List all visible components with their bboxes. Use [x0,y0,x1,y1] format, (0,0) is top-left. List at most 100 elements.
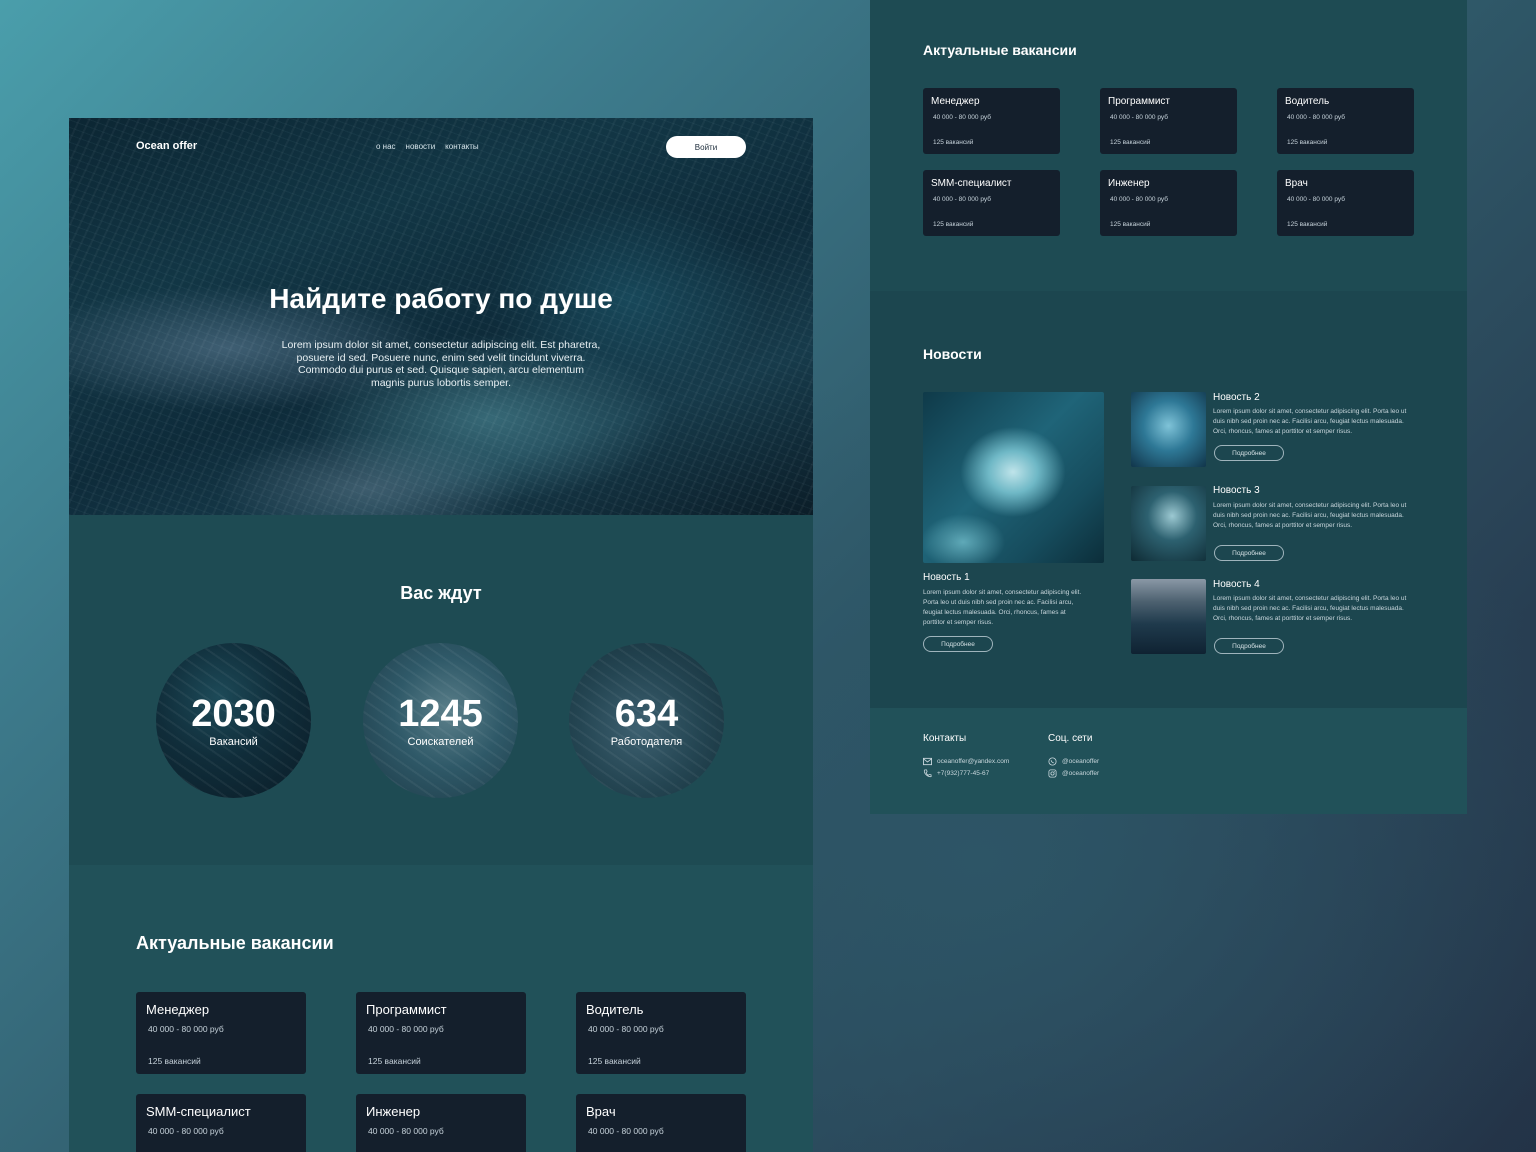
stat-vacancies: 2030 Вакансий [156,643,311,798]
vacancy-title: Программист [1108,96,1170,107]
vacancies-title: Актуальные вакансии [136,933,334,953]
news-2-title: Новость 2 [1213,392,1260,403]
vacancy-title: Врач [1285,178,1308,189]
social-instagram[interactable]: @oceanoffer [1048,769,1099,778]
logo[interactable]: Ocean offer [136,140,197,152]
vacancy-card[interactable]: Инженер 40 000 - 80 000 руб 125 вакансий [1100,170,1237,236]
news-1-title: Новость 1 [923,572,970,583]
vacancy-count: 125 вакансий [588,1056,641,1066]
landing-page-preview: Ocean offer о нас новости контакты Войти… [69,118,813,1152]
news-4-more-button[interactable]: Подробнее [1214,638,1284,654]
vacancy-salary: 40 000 - 80 000 руб [588,1126,664,1136]
news-3-text: Lorem ipsum dolor sit amet, consectetur … [1213,502,1407,529]
vacancy-count: 125 вакансий [1110,139,1151,146]
vacancies-section: Актуальные вакансии Менеджер 40 000 - 80… [69,865,813,1152]
phone-icon [923,769,932,778]
vacancy-salary: 40 000 - 80 000 руб [148,1024,224,1034]
stat-label: Соискателей [407,735,474,748]
vacancy-count: 125 вакансий [1287,221,1328,228]
vacancy-card[interactable]: Программист 40 000 - 80 000 руб 125 вака… [1100,88,1237,154]
contacts-title: Контакты [923,733,967,744]
news-1-more-button[interactable]: Подробнее [923,636,993,652]
whatsapp-text: @oceanoffer [1062,758,1100,765]
landing-page-preview-continued: Актуальные вакансии Менеджер 40 000 - 80… [870,0,1467,814]
news-4-text: Lorem ipsum dolor sit amet, consectetur … [1213,595,1407,622]
nav-contacts[interactable]: контакты [445,142,478,151]
vacancy-card[interactable]: Инженер 40 000 - 80 000 руб [356,1094,526,1152]
vacancy-card[interactable]: Врач 40 000 - 80 000 руб [576,1094,746,1152]
instagram-text: @oceanoffer [1062,770,1100,777]
stats-title: Вас ждут [400,583,482,603]
news-title: Новости [923,346,982,362]
hero-title: Найдите работу по душе [269,283,613,314]
vacancy-salary: 40 000 - 80 000 руб [1110,114,1168,121]
vacancy-title: SMM-специалист [146,1104,251,1119]
footer: Контакты oceanoffer@yandex.com +7(932)77… [870,708,1467,814]
hero-section: Ocean offer о нас новости контакты Войти… [69,118,813,515]
vacancy-title: Менеджер [931,96,980,107]
vacancies-section-small: Актуальные вакансии Менеджер 40 000 - 80… [870,0,1467,291]
vacancy-card[interactable]: Менеджер 40 000 - 80 000 руб 125 ваканси… [923,88,1060,154]
main-nav: о нас новости контакты [376,142,479,151]
vacancy-title: Водитель [1285,96,1330,107]
vacancy-count: 125 вакансий [368,1056,421,1066]
news-2-text: Lorem ipsum dolor sit amet, consectetur … [1213,408,1407,435]
vacancy-salary: 40 000 - 80 000 руб [1287,114,1345,121]
contact-phone[interactable]: +7(932)777-45-67 [923,769,989,778]
contact-email[interactable]: oceanoffer@yandex.com [923,757,1009,766]
nav-about[interactable]: о нас [376,142,396,151]
vacancy-salary: 40 000 - 80 000 руб [148,1126,224,1136]
stat-label: Вакансий [209,735,258,748]
hero-ocean-image [69,118,813,515]
vacancy-card[interactable]: Врач 40 000 - 80 000 руб 125 вакансий [1277,170,1414,236]
vacancy-salary: 40 000 - 80 000 руб [933,196,991,203]
stat-applicants: 1245 Соискателей [363,643,518,798]
vacancy-card[interactable]: SMM-специалист 40 000 - 80 000 руб 125 в… [923,170,1060,236]
vacancy-salary: 40 000 - 80 000 руб [368,1126,444,1136]
news-section: Новости Новость 1 Lorem ipsum dolor sit … [870,291,1467,708]
news-2-image[interactable] [1131,392,1206,467]
social-whatsapp[interactable]: @oceanoffer [1048,757,1099,766]
vacancy-title: Врач [586,1104,616,1119]
vacancy-title: Менеджер [146,1002,210,1017]
vacancy-card[interactable]: Водитель 40 000 - 80 000 руб 125 ваканси… [576,992,746,1074]
mail-icon [923,757,932,766]
login-button[interactable]: Войти [666,136,746,158]
stat-value: 2030 [191,692,276,735]
vacancy-salary: 40 000 - 80 000 руб [1287,196,1345,203]
stat-label: Работодателя [610,735,683,748]
vacancy-title: Инженер [366,1104,421,1119]
vacancy-title: Инженер [1108,178,1150,189]
email-text: oceanoffer@yandex.com [937,758,1010,765]
phone-text: +7(932)777-45-67 [937,770,990,777]
vacancy-count: 125 вакансий [1287,139,1328,146]
vacancy-title: Водитель [586,1002,644,1017]
nav-news[interactable]: новости [406,142,436,151]
vacancy-salary: 40 000 - 80 000 руб [588,1024,664,1034]
vacancy-card[interactable]: Водитель 40 000 - 80 000 руб 125 ваканси… [1277,88,1414,154]
stat-employers: 634 Работодателя [569,643,724,798]
stats-section: Вас ждут 2030 Вакансий 1245 Соискателей … [69,515,813,865]
news-2-more-button[interactable]: Подробнее [1214,445,1284,461]
news-3-title: Новость 3 [1213,485,1260,496]
news-1-text: Lorem ipsum dolor sit amet, consectetur … [923,589,1082,626]
news-1-image[interactable] [923,392,1104,563]
vacancy-salary: 40 000 - 80 000 руб [1110,196,1168,203]
vacancy-count: 125 вакансий [933,139,974,146]
news-4-title: Новость 4 [1213,579,1260,590]
vacancy-title: SMM-специалист [931,178,1012,189]
vacancies-title: Актуальные вакансии [923,42,1077,58]
news-3-image[interactable] [1131,486,1206,561]
vacancy-card[interactable]: SMM-специалист 40 000 - 80 000 руб [136,1094,306,1152]
news-3-more-button[interactable]: Подробнее [1214,545,1284,561]
vacancy-title: Программист [366,1002,447,1017]
whatsapp-icon [1048,757,1057,766]
vacancy-count: 125 вакансий [933,221,974,228]
news-4-image[interactable] [1131,579,1206,654]
vacancy-card[interactable]: Программист 40 000 - 80 000 руб 125 вака… [356,992,526,1074]
vacancy-card[interactable]: Менеджер 40 000 - 80 000 руб 125 ваканси… [136,992,306,1074]
instagram-icon [1048,769,1057,778]
vacancy-count: 125 вакансий [1110,221,1151,228]
vacancy-salary: 40 000 - 80 000 руб [368,1024,444,1034]
stat-value: 1245 [398,692,483,735]
